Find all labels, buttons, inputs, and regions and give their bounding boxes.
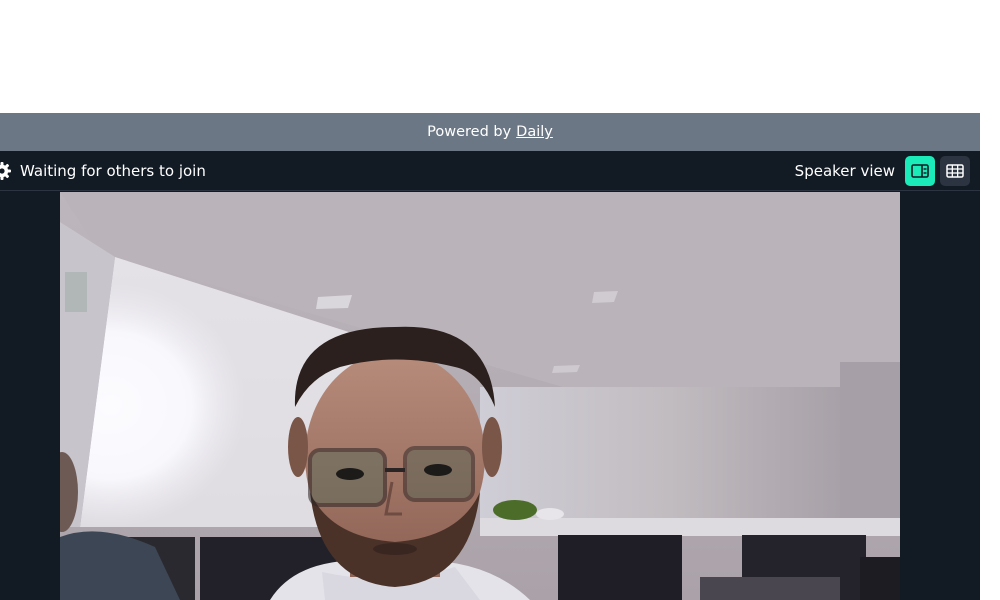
participant-video <box>60 192 900 600</box>
daily-link[interactable]: Daily <box>516 124 553 140</box>
waiting-status: Waiting for others to join <box>20 162 206 180</box>
view-mode-label: Speaker view <box>794 162 895 180</box>
powered-by-text: Powered by <box>427 124 512 140</box>
speaker-view-icon <box>911 164 929 178</box>
grid-view-button[interactable] <box>940 156 970 186</box>
call-top-bar: Waiting for others to join Speaker view <box>0 151 980 191</box>
grid-view-icon <box>946 164 964 178</box>
gear-icon[interactable] <box>0 161 12 181</box>
speaker-view-button[interactable] <box>905 156 935 186</box>
powered-by-banner: Powered by Daily <box>0 113 980 151</box>
video-frame <box>60 192 900 600</box>
call-frame: Waiting for others to join Speaker view <box>0 151 980 600</box>
